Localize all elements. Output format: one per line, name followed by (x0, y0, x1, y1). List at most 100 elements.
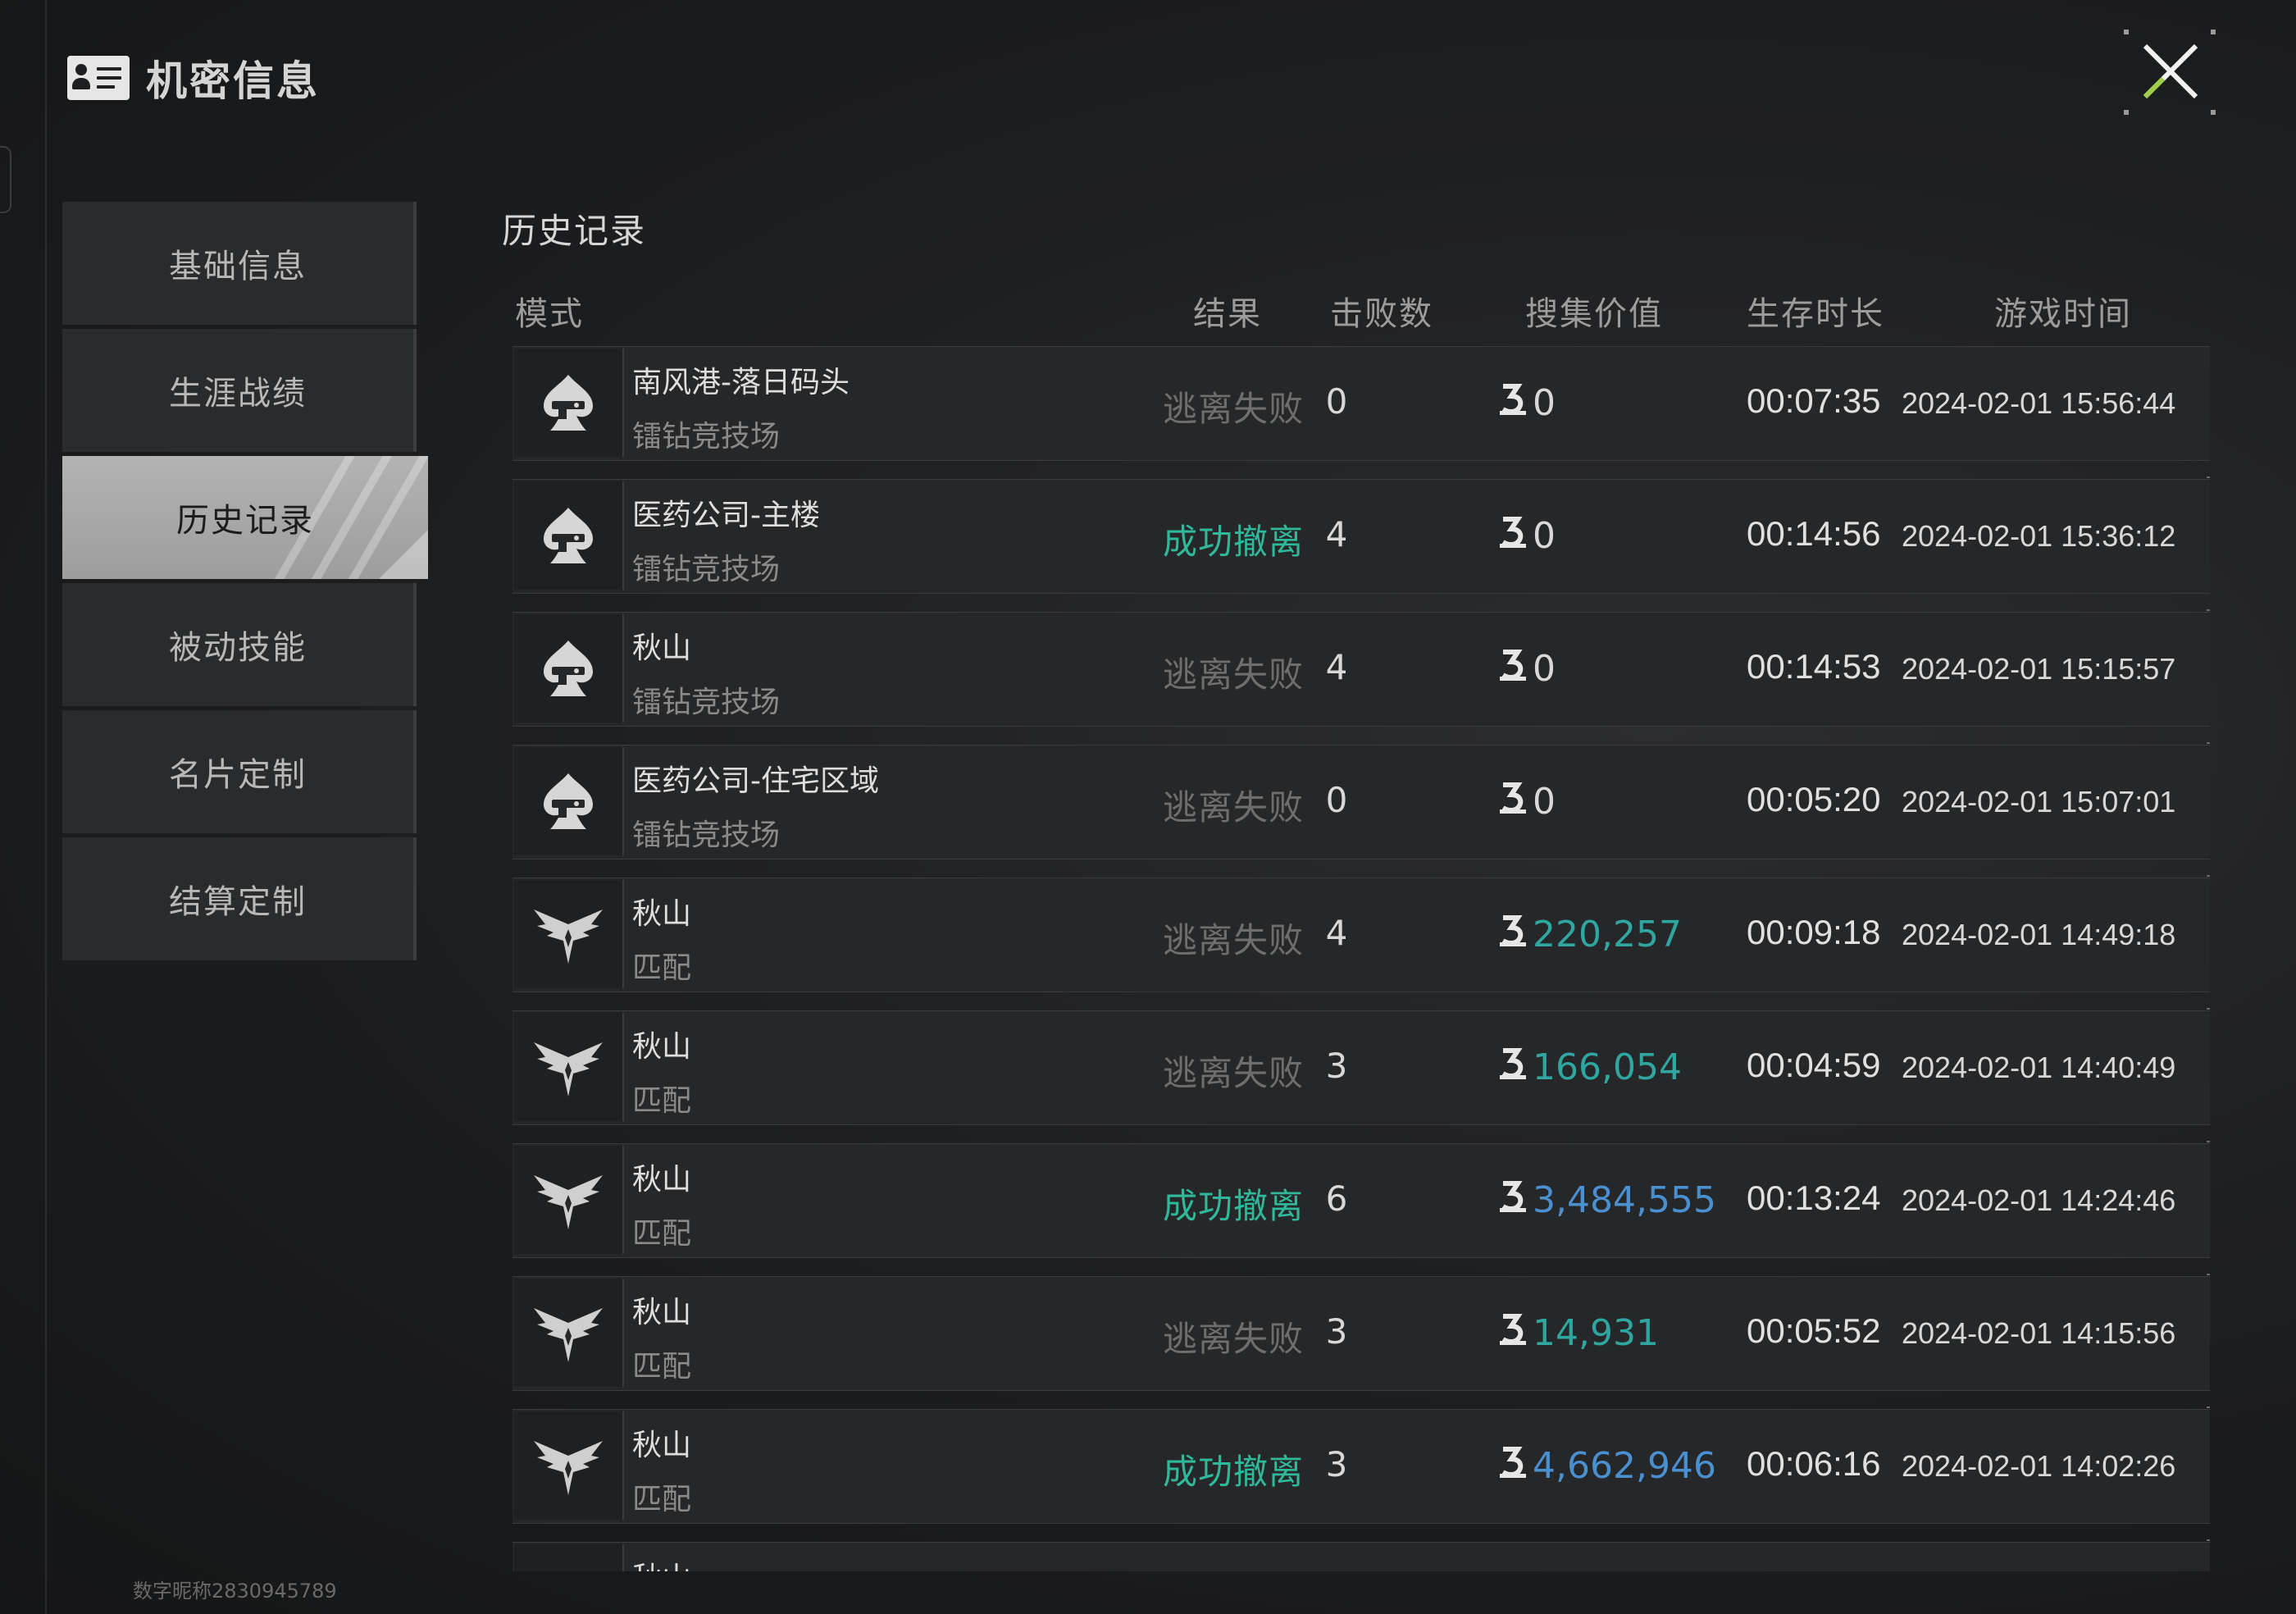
row-map-name: 南风港-落日码头 (632, 366, 850, 399)
row-survival-time: 00:13:24 (1747, 1179, 1881, 1217)
column-header-survival: 生存时长 (1747, 295, 1884, 333)
row-value-amount: 0 (1533, 781, 1556, 823)
sidebar-item-settlement-custom[interactable]: 结算定制 (62, 837, 417, 960)
row-value: 0 (1496, 513, 1556, 559)
row-game-time: 2024-02-01 14:15:56 (1902, 1316, 2176, 1350)
row-result: 逃离失败 (1163, 787, 1305, 828)
history-row[interactable]: 医药公司-主楼 镭钻竞技场 成功撤离 4 0 00:14:56 2024-02-01 15:… (512, 476, 2210, 594)
row-survival-time: 00:07:35 (1747, 381, 1881, 420)
history-row[interactable]: 秋山匹配 成功撤离 3 4,662,946 00:06:16 2024-02-01 14:… (512, 1407, 2210, 1524)
row-value: 14,931 (1496, 1310, 1659, 1356)
currency-icon (1496, 1177, 1533, 1224)
sidebar-item-passive-skills[interactable]: 被动技能 (62, 583, 417, 706)
spade-gun-icon (514, 481, 624, 590)
row-value-amount: 0 (1533, 382, 1556, 424)
sidebar-item-history[interactable]: 历史记录 (62, 456, 428, 579)
eagle-wings-icon (514, 880, 624, 988)
row-game-time: 2024-02-01 14:24:46 (1902, 1183, 2176, 1217)
row-survival-time: 00:09:18 (1747, 913, 1881, 951)
column-header-value: 搜集价值 (1525, 295, 1663, 333)
window-frame-line (45, 0, 47, 1614)
row-value: 0 (1496, 645, 1556, 692)
row-survival-time: 00:14:53 (1747, 647, 1881, 686)
row-kills: 3 (1325, 1311, 1348, 1352)
dialog-header: 机密信息 (67, 49, 320, 107)
history-row[interactable]: 南风港-落日码头 镭钻竞技场 逃离失败 0 0 00:07:35 2024-02-01 15… (512, 346, 2210, 461)
sidebar-item-label: 生涯战绩 (169, 375, 307, 413)
row-value-amount: 3,484,555 (1533, 1179, 1716, 1221)
row-survival-time: 00:06:16 (1747, 1444, 1881, 1483)
row-map-name: 秋山 (632, 1554, 691, 1571)
row-mode: 匹配 (632, 1483, 692, 1516)
eagle-wings-icon (514, 1544, 624, 1571)
row-game-time: 2024-02-01 15:36:12 (1902, 519, 2176, 553)
row-survival-time: 00:05:52 (1747, 1311, 1881, 1350)
row-result: 逃离失败 (1163, 1319, 1305, 1359)
history-row[interactable]: 医药公司-住宅区域 镭钻竞技场 逃离失败 0 0 00:05:20 2024-02-01 1… (512, 742, 2210, 859)
currency-icon (1496, 380, 1533, 426)
row-value-amount: 166,054 (1533, 1046, 1682, 1088)
row-value-amount: 0 (1533, 515, 1556, 557)
row-kills: 0 (1325, 381, 1348, 422)
row-value: 220,257 (1496, 911, 1682, 958)
row-map-name: 秋山 (632, 1296, 692, 1329)
row-mode: 镭钻竞技场 (632, 818, 781, 852)
row-mode: 匹配 (632, 951, 692, 985)
row-result: 成功撤离 (1163, 1186, 1305, 1226)
history-row[interactable]: 秋山 镭钻竞技场 逃离失败 4 0 00:14:53 2024-02-01 15:15:57 (512, 609, 2210, 727)
dialog-title: 机密信息 (146, 57, 320, 105)
currency-icon (1496, 513, 1533, 559)
row-kills: 6 (1325, 1179, 1348, 1219)
sidebar-item-card-custom[interactable]: 名片定制 (62, 710, 417, 833)
row-kills: 4 (1325, 913, 1348, 953)
row-survival-time: 00:14:56 (1747, 514, 1881, 553)
side-drawer-handle[interactable] (0, 146, 11, 213)
history-row[interactable]: 秋山 匹配 逃离失败 3 14,931 00:05:52 2024-02-01 14:15:… (512, 1274, 2210, 1391)
sidebar-nav: 基础信息 生涯战绩 历史记录 被动技能 名片定制 结算定制 (62, 202, 428, 964)
row-game-time: 2024-02-01 15:07:01 (1902, 785, 2176, 818)
row-game-time: 2024-02-01 14:40:49 (1902, 1051, 2176, 1084)
spade-gun-icon (514, 349, 624, 457)
sidebar-item-basic-info[interactable]: 基础信息 (62, 202, 417, 325)
history-row[interactable]: 秋山 匹配 逃离失败 4 220,257 00:09:18 2024-02-01 14:49… (512, 875, 2210, 992)
row-map-name: 秋山 (632, 1429, 692, 1462)
column-header-mode: 模式 (515, 295, 584, 333)
history-row[interactable]: 秋山 (512, 1539, 2210, 1571)
history-row[interactable]: 秋山 匹配 逃离失败 3 166,054 00:04:59 2024-02-01 14:40… (512, 1008, 2210, 1125)
eagle-wings-icon (514, 1013, 624, 1121)
row-result: 成功撤离 (1163, 1452, 1305, 1492)
currency-icon (1496, 1044, 1533, 1091)
sidebar-item-label: 基础信息 (169, 248, 307, 285)
eagle-wings-icon (514, 1411, 624, 1520)
row-kills: 0 (1325, 780, 1348, 820)
row-value: 4,662,946 (1496, 1443, 1716, 1489)
player-id: 数字昵称2830945789 (133, 1580, 337, 1603)
row-value-amount: 0 (1533, 648, 1556, 690)
row-map-name: 秋山 (632, 1030, 692, 1064)
row-map-name: 医药公司-住宅区域 (632, 764, 879, 798)
close-icon (2143, 43, 2198, 99)
currency-icon (1496, 1443, 1533, 1489)
sidebar-item-career-stats[interactable]: 生涯战绩 (62, 329, 417, 452)
row-mode: 匹配 (632, 1217, 692, 1251)
row-value-amount: 220,257 (1533, 914, 1682, 955)
currency-icon (1496, 778, 1533, 825)
row-map-name: 秋山 (632, 1163, 692, 1197)
currency-icon (1496, 645, 1533, 692)
row-mode: 镭钻竞技场 (632, 420, 781, 454)
row-game-time: 2024-02-01 15:56:44 (1902, 386, 2176, 420)
row-kills: 3 (1325, 1046, 1348, 1086)
row-map-name: 秋山 (632, 897, 692, 931)
row-game-time: 2024-02-01 14:49:18 (1902, 918, 2176, 951)
row-value: 0 (1496, 380, 1556, 426)
eagle-wings-icon (514, 1146, 624, 1254)
id-card-icon (67, 56, 130, 100)
row-mode: 镭钻竞技场 (632, 553, 781, 586)
row-game-time: 2024-02-01 14:02:26 (1902, 1449, 2176, 1483)
history-row[interactable]: 秋山匹配 成功撤离 6 3,484,555 00:13:24 2024-02-01 14:… (512, 1141, 2210, 1258)
row-kills: 3 (1325, 1444, 1348, 1484)
sidebar-item-label: 名片定制 (169, 756, 307, 794)
column-header-result: 结果 (1193, 295, 1262, 333)
column-header-kills: 击败数 (1330, 295, 1433, 333)
close-button[interactable] (2124, 30, 2216, 115)
